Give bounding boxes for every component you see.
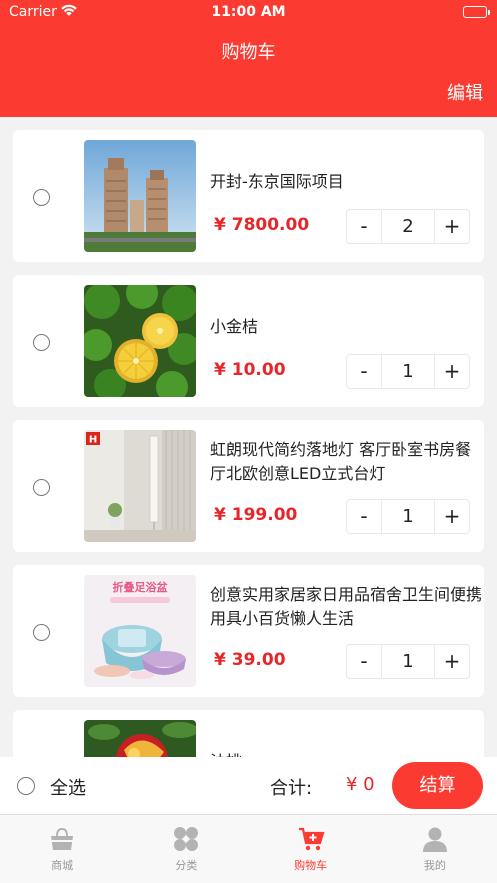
decrease-button[interactable]: - <box>347 210 381 243</box>
tab-mall[interactable]: 商城 <box>0 815 124 883</box>
clock: 11:00 AM <box>211 4 286 20</box>
page-title: 购物车 <box>221 42 276 63</box>
tab-label: 商城 <box>51 859 74 872</box>
battery-icon <box>463 6 490 18</box>
product-price: ¥ 7800.00 <box>214 215 310 235</box>
total-value: ¥ 0 <box>346 774 375 795</box>
total-label: 合计: <box>270 778 313 799</box>
item-select-radio[interactable] <box>33 479 50 496</box>
checkout-button[interactable]: 结算 <box>392 762 483 809</box>
quantity-value[interactable]: 2 <box>381 210 435 243</box>
cart-item: H 虹朗现代简约落地灯 客厅卧室书房餐厅北欧创意LED立式台灯 ¥ 199.00… <box>13 420 484 552</box>
product-name[interactable]: 油桃 <box>210 750 482 757</box>
status-bar: Carrier 11:00 AM <box>0 0 497 26</box>
cart-item: 油桃 <box>13 710 484 757</box>
select-all-label[interactable]: 全选 <box>50 774 86 800</box>
cart-icon <box>297 825 325 853</box>
select-all-radio[interactable] <box>17 777 35 795</box>
tab-cart[interactable]: 购物车 <box>249 815 373 883</box>
quantity-stepper: - 1 + <box>346 354 470 389</box>
tab-label: 购物车 <box>294 859 328 872</box>
quantity-stepper: - 1 + <box>346 499 470 534</box>
decrease-button[interactable]: - <box>347 355 381 388</box>
decrease-button[interactable]: - <box>347 645 381 678</box>
item-select-radio[interactable] <box>33 189 50 206</box>
tab-category[interactable]: 分类 <box>124 815 248 883</box>
product-price: ¥ 10.00 <box>214 360 286 380</box>
product-price: ¥ 199.00 <box>214 505 298 525</box>
item-select-radio[interactable] <box>33 624 50 641</box>
tab-bar: 商城 分类 购物车 我的 <box>0 814 497 883</box>
tab-label: 分类 <box>175 859 198 872</box>
thumb-caption: 折叠足浴盆 <box>113 580 169 594</box>
increase-button[interactable]: + <box>435 500 469 533</box>
quantity-value[interactable]: 1 <box>381 645 435 678</box>
item-select-radio[interactable] <box>33 334 50 351</box>
product-name[interactable]: 虹朗现代简约落地灯 客厅卧室书房餐厅北欧创意LED立式台灯 <box>210 438 482 486</box>
cart-item: 折叠足浴盆 创意实用家居家日用品宿舍卫生间便携用具小百货懒人生活 ¥ 39.00… <box>13 565 484 697</box>
category-icon <box>172 825 200 853</box>
product-name[interactable]: 小金桔 <box>210 315 482 339</box>
quantity-stepper: - 2 + <box>346 209 470 244</box>
quantity-stepper: - 1 + <box>346 644 470 679</box>
quantity-value[interactable]: 1 <box>381 500 435 533</box>
cart-item: 小金桔 ¥ 10.00 - 1 + <box>13 275 484 407</box>
tab-profile[interactable]: 我的 <box>373 815 497 883</box>
product-image[interactable] <box>84 140 196 252</box>
decrease-button[interactable]: - <box>347 500 381 533</box>
tab-label: 我的 <box>423 859 446 872</box>
increase-button[interactable]: + <box>435 645 469 678</box>
product-name[interactable]: 创意实用家居家日用品宿舍卫生间便携用具小百货懒人生活 <box>210 583 482 631</box>
increase-button[interactable]: + <box>435 355 469 388</box>
product-image[interactable]: 折叠足浴盆 <box>84 575 196 687</box>
profile-icon <box>421 825 449 853</box>
cart-item: 开封-东京国际项目 ¥ 7800.00 - 2 + <box>13 130 484 262</box>
product-image[interactable] <box>84 720 196 757</box>
product-image[interactable] <box>84 285 196 397</box>
edit-button[interactable]: 编辑 <box>447 79 483 105</box>
nav-bar: 购物车 编辑 <box>0 26 497 117</box>
quantity-value[interactable]: 1 <box>381 355 435 388</box>
increase-button[interactable]: + <box>435 210 469 243</box>
product-price: ¥ 39.00 <box>214 650 286 670</box>
cart-list[interactable]: 开封-东京国际项目 ¥ 7800.00 - 2 + 小金桔 ¥ 10.00 - … <box>0 117 497 757</box>
thumb-badge: H <box>89 435 97 446</box>
product-image[interactable]: H <box>84 430 196 542</box>
basket-icon <box>48 825 76 853</box>
product-name[interactable]: 开封-东京国际项目 <box>210 170 482 194</box>
checkout-bar: 全选 合计: ¥ 0 结算 <box>0 757 497 814</box>
